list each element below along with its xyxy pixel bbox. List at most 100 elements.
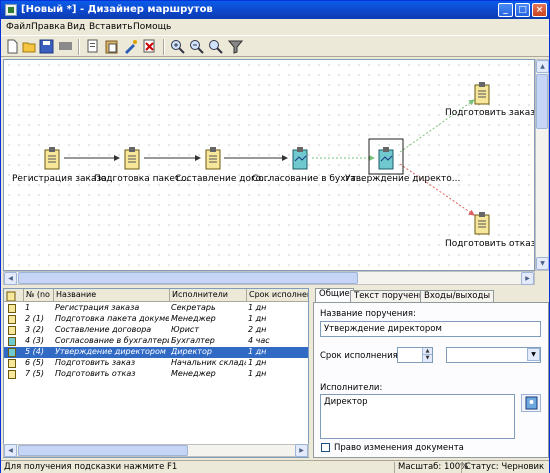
active-doc-icon [8, 348, 16, 357]
node-label: Регистрация заказа [12, 174, 107, 184]
cell-term: 1 дн [248, 303, 267, 312]
tool-icon[interactable] [123, 39, 138, 54]
flag-icon[interactable] [58, 39, 73, 54]
executors-list[interactable]: Директор [320, 394, 515, 439]
close-button[interactable]: × [532, 3, 547, 17]
doc-icon [8, 359, 16, 368]
scroll-right-button[interactable]: ▶ [295, 444, 308, 457]
zoom-fit-icon[interactable] [208, 39, 223, 54]
connector-reject[interactable] [399, 163, 475, 216]
task-name-label: Название поручения: [320, 309, 416, 319]
scroll-down-button[interactable]: ▼ [536, 257, 549, 270]
diagram-canvas[interactable]: Регистрация заказа Подготовка пакет... С… [3, 59, 535, 271]
column-header-name[interactable]: Название [54, 289, 170, 302]
cell-number: 6 (5) [25, 358, 44, 367]
column-header-executors[interactable]: Исполнители [170, 289, 247, 302]
column-header-number[interactable]: № (no [24, 289, 54, 302]
cell-number: 1 [25, 303, 31, 312]
edit-document-checkbox[interactable] [321, 443, 330, 452]
spin-down-button[interactable]: ▼ [422, 355, 432, 362]
cell-executors: Начальник склада [171, 358, 246, 367]
canvas-horizontal-scrollbar[interactable]: ◀ ▶ [3, 271, 535, 285]
chevron-down-icon[interactable]: ▼ [527, 348, 540, 361]
open-icon[interactable] [22, 39, 37, 54]
cell-name: Согласование в бухгалтерии [55, 336, 169, 345]
scroll-left-button[interactable]: ◀ [4, 444, 17, 457]
menu-help[interactable]: Помощь [133, 22, 171, 32]
node-doc-icon[interactable] [42, 145, 62, 171]
column-header-term[interactable]: Срок исполнени [247, 289, 308, 302]
cell-term: 1 дн [248, 314, 267, 323]
table-row[interactable]: 6 (5) Подготовить заказ Начальник склада 1 … [4, 358, 308, 369]
toolbar [1, 35, 549, 57]
scroll-thumb[interactable] [18, 272, 358, 284]
cell-executors: Менеджер [171, 369, 216, 378]
tab-general[interactable]: Общие [315, 288, 354, 303]
table-row[interactable]: 7 (5) Подготовить отказ Менеджер 1 дн [4, 369, 308, 380]
menu-file[interactable]: Файл [6, 22, 31, 32]
canvas-vertical-scrollbar[interactable]: ▲ ▼ [535, 59, 549, 271]
cell-name: Регистрация заказа [55, 303, 140, 312]
status-zoom: Масштаб: 100% [398, 462, 469, 472]
copy-icon[interactable] [85, 39, 100, 54]
address-book-icon [525, 396, 538, 410]
cell-number: 4 (3) [25, 336, 44, 345]
zoom-in-icon[interactable] [170, 39, 185, 54]
select-executors-button[interactable] [521, 394, 541, 412]
cell-term: 1 дн [248, 358, 267, 367]
scroll-up-button[interactable]: ▲ [536, 60, 549, 73]
properties-panel: Общие Текст поручения Входы/выходы Назва… [313, 288, 549, 458]
cell-number: 2 (1) [25, 314, 44, 323]
node-label: Подготовить отказ [445, 239, 535, 249]
doc-icon [8, 315, 16, 324]
menu-view[interactable]: Вид [67, 22, 85, 32]
table-horizontal-scrollbar[interactable]: ◀ ▶ [3, 444, 309, 457]
executors-label: Исполнители: [320, 383, 383, 393]
table-row[interactable]: 5 (4) Утверждение директором Директор 1 дн [4, 347, 308, 358]
term-unit-select[interactable]: ▼ [446, 347, 541, 363]
cell-executors: Секретарь [171, 303, 216, 312]
cell-executors: Директор [171, 347, 212, 356]
table-row[interactable]: 2 (1) Подготовка пакета документ Менеджер 1… [4, 314, 308, 325]
status-state: Статус: Черновик [465, 462, 545, 472]
node-active-icon[interactable] [376, 145, 396, 171]
status-divider [461, 462, 462, 473]
scroll-thumb[interactable] [536, 74, 548, 129]
window-title: [Новый *] - Дизайнер маршрутов [21, 4, 213, 15]
node-doc-icon[interactable] [472, 210, 492, 236]
table-row[interactable]: 3 (2) Составление договора Юрист 2 дн [4, 325, 308, 336]
cell-term: 1 дн [248, 347, 267, 356]
node-label: Подготовить заказ [445, 108, 535, 118]
menu-bar: Файл Правка Вид Вставить Помощь [1, 19, 549, 35]
header-icon-cell [4, 289, 24, 302]
scroll-right-button[interactable]: ▶ [521, 272, 534, 285]
maximize-button[interactable]: □ [515, 3, 530, 17]
title-bar[interactable]: [Новый *] - Дизайнер маршрутов _ □ × [1, 1, 549, 19]
menu-insert[interactable]: Вставить [89, 22, 133, 32]
menu-edit[interactable]: Правка [31, 22, 65, 32]
term-input[interactable]: ▲ ▼ [397, 347, 433, 363]
spin-up-button[interactable]: ▲ [422, 348, 432, 355]
scroll-thumb[interactable] [18, 445, 188, 456]
cut-icon[interactable] [142, 39, 157, 54]
minimize-button[interactable]: _ [498, 3, 513, 17]
cell-term: 4 час [248, 336, 270, 345]
cell-name: Утверждение директором [55, 347, 166, 356]
save-icon[interactable] [39, 39, 54, 54]
new-icon[interactable] [5, 39, 20, 54]
node-doc-icon[interactable] [122, 145, 142, 171]
task-name-input[interactable]: Утверждение директором [320, 321, 541, 337]
zoom-out-icon[interactable] [189, 39, 204, 54]
table-row[interactable]: 1 Регистрация заказа Секретарь 1 дн [4, 303, 308, 314]
paste-icon[interactable] [104, 39, 119, 54]
doc-icon [8, 370, 16, 379]
node-doc-icon[interactable] [203, 145, 223, 171]
status-divider [394, 462, 395, 473]
node-doc-icon[interactable] [472, 80, 492, 106]
tab-content-general: Название поручения: Утверждение директор… [313, 302, 549, 458]
node-label: Утверждение директо... [345, 174, 461, 184]
node-active-icon[interactable] [290, 145, 310, 171]
filter-icon[interactable] [227, 39, 244, 54]
scroll-left-button[interactable]: ◀ [4, 272, 17, 285]
table-row[interactable]: 4 (3) Согласование в бухгалтерии Бухгалтер… [4, 336, 308, 347]
